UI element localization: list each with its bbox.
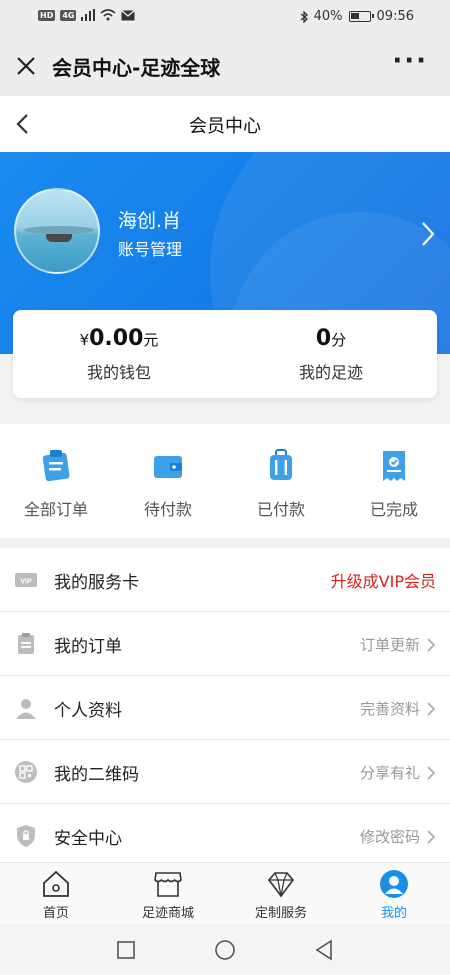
status-bar: HD 4G 40% 09:56 <box>0 0 450 36</box>
chevron-right-icon <box>427 701 436 716</box>
mail-icon <box>121 9 136 20</box>
all-orders-button[interactable]: 全部订单 <box>0 448 112 520</box>
bottom-tab-bar: 首页 足迹商城 定制服务 我的 <box>0 862 450 924</box>
tab-label: 我的 <box>380 906 407 921</box>
footprint-value: 0分 <box>225 326 437 351</box>
avatar-boat <box>46 234 72 242</box>
menu-label: 个人资料 <box>54 701 122 721</box>
pending-payment-button[interactable]: 待付款 <box>112 448 224 520</box>
balance-value: ¥0.00元 <box>13 326 225 351</box>
tab-custom-service[interactable]: 定制服务 <box>225 869 337 921</box>
completed-button[interactable]: 已完成 <box>338 448 450 520</box>
footprint-label: 我的足迹 <box>298 363 363 382</box>
tab-label: 足迹商城 <box>141 906 194 921</box>
menu-label: 我的二维码 <box>54 765 139 785</box>
footprint-unit: 分 <box>331 331 347 349</box>
chevron-right-icon <box>427 637 436 652</box>
chevron-right-icon[interactable] <box>420 220 436 248</box>
tab-label: 定制服务 <box>254 906 307 921</box>
hd-badge: HD <box>38 9 56 21</box>
home-button-icon[interactable] <box>213 938 237 962</box>
luggage-icon <box>263 448 299 484</box>
back-triangle-icon[interactable] <box>312 938 336 962</box>
order-status-row: 全部订单 待付款 已付款 已完成 <box>0 424 450 538</box>
menu-label: 安全中心 <box>54 829 122 849</box>
paid-label: 已付款 <box>256 500 305 519</box>
menu-item-security[interactable]: 安全中心 修改密码 <box>0 804 450 868</box>
menu-label: 我的服务卡 <box>54 573 139 593</box>
clipboard-icon <box>38 448 74 484</box>
menu-hint: 完善资料 <box>360 698 436 719</box>
clock: 09:56 <box>376 9 414 24</box>
shield-icon <box>14 824 38 848</box>
qrcode-icon <box>14 760 38 784</box>
wallet-balance[interactable]: ¥0.00元 我的钱包 <box>13 326 225 383</box>
balance-amount: 0.00 <box>89 326 144 351</box>
close-icon[interactable] <box>14 50 38 80</box>
battery-percent: 40% <box>313 9 343 24</box>
diamond-icon <box>266 869 296 899</box>
account-management-link[interactable]: 账号管理 <box>118 236 182 260</box>
system-nav-bar <box>0 924 450 975</box>
avatar-scene <box>24 226 94 234</box>
menu-hint-text: 订单更新 <box>359 636 420 654</box>
menu-hint: 修改密码 <box>360 826 436 847</box>
tab-label: 首页 <box>42 906 69 921</box>
profile-icon <box>379 869 409 899</box>
menu-hint: 订单更新 <box>360 634 436 655</box>
menu-item-profile[interactable]: 个人资料 完善资料 <box>0 676 450 740</box>
signal-icon <box>81 9 96 21</box>
chevron-right-icon <box>427 829 436 844</box>
menu-item-orders[interactable]: 我的订单 订单更新 <box>0 612 450 676</box>
home-icon <box>41 869 71 899</box>
balance-label: 我的钱包 <box>86 363 151 382</box>
bluetooth-icon <box>300 10 308 23</box>
user-name: 海创.肖 <box>118 210 182 232</box>
currency-symbol: ¥ <box>79 331 90 349</box>
person-icon <box>14 696 38 720</box>
wallet-card: ¥0.00元 我的钱包 0分 我的足迹 <box>13 310 437 398</box>
footprint-points[interactable]: 0分 我的足迹 <box>225 326 437 383</box>
battery-icon <box>348 11 374 22</box>
status-left: HD 4G <box>38 9 136 21</box>
webview-top-bar: 会员中心-足迹全球 ··· <box>0 36 450 96</box>
chevron-right-icon <box>427 765 436 780</box>
upgrade-vip-link[interactable]: 升级成VIP会员 <box>331 568 436 592</box>
menu-item-qrcode[interactable]: 我的二维码 分享有礼 <box>0 740 450 804</box>
tab-mine[interactable]: 我的 <box>338 869 450 921</box>
vip-card-icon: VIP <box>14 568 38 592</box>
order-list-icon <box>14 632 38 656</box>
status-right: 40% 09:56 <box>300 9 414 24</box>
menu-hint-text: 修改密码 <box>359 828 420 846</box>
all-orders-label: 全部订单 <box>23 500 88 519</box>
recent-apps-icon[interactable] <box>114 938 138 962</box>
avatar[interactable] <box>14 188 100 274</box>
tab-store[interactable]: 足迹商城 <box>112 869 224 921</box>
page-header: 会员中心 <box>0 96 450 152</box>
paid-button[interactable]: 已付款 <box>225 448 337 520</box>
balance-unit: 元 <box>143 331 159 349</box>
menu-list: VIP 我的服务卡 升级成VIP会员 我的订单 订单更新 个人资料 完善资料 我… <box>0 548 450 862</box>
menu-hint-text: 分享有礼 <box>359 764 420 782</box>
receipt-check-icon <box>376 448 412 484</box>
store-icon <box>153 869 183 899</box>
wifi-icon <box>100 9 117 21</box>
menu-hint: 分享有礼 <box>360 762 436 783</box>
wallet-icon <box>150 448 186 484</box>
pending-payment-label: 待付款 <box>143 500 192 519</box>
footprint-amount: 0 <box>315 326 332 351</box>
page-title: 会员中心 <box>189 116 261 137</box>
network-badge: 4G <box>60 9 77 21</box>
completed-label: 已完成 <box>369 500 418 519</box>
tab-home[interactable]: 首页 <box>0 869 112 921</box>
menu-hint-text: 完善资料 <box>359 700 420 718</box>
more-icon[interactable]: ··· <box>392 46 428 76</box>
webview-title: 会员中心-足迹全球 <box>52 56 221 80</box>
svg-text:VIP: VIP <box>20 579 32 586</box>
menu-item-service-card[interactable]: VIP 我的服务卡 升级成VIP会员 <box>0 548 450 612</box>
menu-label: 我的订单 <box>54 637 122 657</box>
